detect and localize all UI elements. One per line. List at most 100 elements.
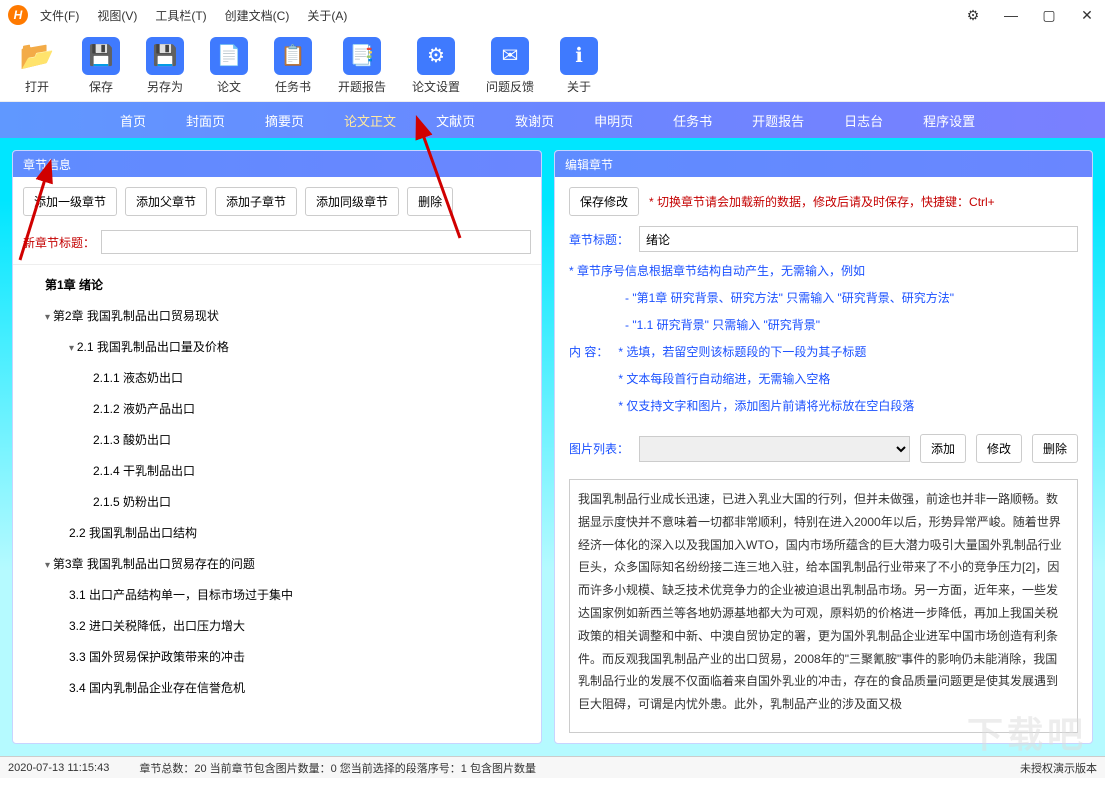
tree-node[interactable]: 第2章 我国乳制品出口贸易现状 — [23, 300, 531, 331]
folder-open-icon: 📂 — [18, 37, 56, 75]
toolbar-thesis-label: 论文 — [217, 78, 241, 95]
save-icon: 💾 — [82, 37, 120, 75]
tree-node[interactable]: 2.1.1 液态奶出口 — [23, 362, 531, 393]
maximize-button[interactable]: ▢ — [1039, 7, 1059, 24]
toolbar-save[interactable]: 💾 保存 — [82, 37, 120, 95]
tree-node[interactable]: 2.1.3 酸奶出口 — [23, 424, 531, 455]
tree-node[interactable]: 第3章 我国乳制品出口贸易存在的问题 — [23, 548, 531, 579]
menu-file[interactable]: 文件(F) — [40, 7, 79, 24]
image-add-button[interactable]: 添加 — [920, 434, 966, 463]
chapter-title-input[interactable] — [639, 226, 1078, 252]
toolbar-report[interactable]: 📑开题报告 — [338, 37, 386, 95]
status-datetime: 2020-07-13 11:15:43 — [8, 762, 109, 774]
toolbar-feedback[interactable]: ✉ 问题反馈 — [486, 37, 534, 95]
toolbar-task-label: 任务书 — [275, 78, 311, 95]
hint-example-2: - "1.1 研究背景" 只需输入 "研究背景" — [569, 316, 1078, 333]
info-icon: ℹ — [560, 37, 598, 75]
toolbar-open[interactable]: 📂 打开 — [18, 37, 56, 95]
nav-report[interactable]: 开题报告 — [752, 111, 804, 130]
toolbar-report-label: 开题报告 — [338, 78, 386, 95]
hint-example-1: - "第1章 研究背景、研究方法" 只需输入 "研究背景、研究方法" — [569, 289, 1078, 306]
feedback-icon: ✉ — [491, 37, 529, 75]
new-chapter-row: 新章节标题： — [13, 226, 541, 264]
chapter-title-label: 章节标题： — [569, 231, 629, 248]
edit-chapter-panel: 编辑章节 保存修改 * 切换章节请会加载新的数据，修改后请及时保存，快捷键：Ct… — [554, 150, 1093, 744]
status-summary: 章节总数：20 当前章节包含图片数量：0 您当前选择的段落序号：1 包含图片数量 — [139, 760, 536, 776]
tree-node[interactable]: 2.1 我国乳制品出口量及价格 — [23, 331, 531, 362]
add-parent-chapter-button[interactable]: 添加父章节 — [125, 187, 207, 216]
toolbar-thesis[interactable]: 📄 论文 — [210, 37, 248, 95]
new-chapter-input[interactable] — [101, 230, 531, 254]
image-list-select[interactable] — [639, 436, 910, 462]
chapter-info-title: 章节信息 — [13, 151, 541, 177]
add-child-chapter-button[interactable]: 添加子章节 — [215, 187, 297, 216]
document-icon: 📄 — [210, 37, 248, 75]
content-hint-1: * 选填，若留空则该标题段的下一段为其子标题 — [618, 343, 1078, 360]
chapter-button-row: 添加一级章节 添加父章节 添加子章节 添加同级章节 删除 — [13, 177, 541, 226]
tree-node[interactable]: 第1章 绪论 — [23, 269, 531, 300]
content-hint-3: * 仅支持文字和图片，添加图片前请将光标放在空白段落 — [618, 397, 1078, 414]
toolbar-save-label: 保存 — [89, 78, 113, 95]
main-toolbar: 📂打开 💾保存 💾另存为 📄论文 📋任务书 📑开题报告 ⚙论文设置 ✉问题反馈 … — [0, 30, 1105, 102]
tree-node[interactable]: 3.1 出口产品结构单一，目标市场过于集中 — [23, 579, 531, 610]
tree-node[interactable]: 2.1.2 液奶产品出口 — [23, 393, 531, 424]
chapter-body-text[interactable]: 我国乳制品行业成长迅速，已进入乳业大国的行列，但并未做强，前途也并非一路顺畅。数… — [569, 479, 1078, 733]
menu-create-doc[interactable]: 创建文档(C) — [225, 7, 290, 24]
edit-chapter-title: 编辑章节 — [555, 151, 1092, 177]
chapter-tree[interactable]: 第1章 绪论第2章 我国乳制品出口贸易现状2.1 我国乳制品出口量及价格2.1.… — [13, 264, 541, 743]
nav-log[interactable]: 日志台 — [844, 111, 883, 130]
toolbar-settings-label: 论文设置 — [412, 78, 460, 95]
tree-node[interactable]: 2.1.5 奶粉出口 — [23, 486, 531, 517]
content-label: 内 容： — [569, 343, 608, 360]
status-license: 未授权演示版本 — [1020, 760, 1097, 776]
toolbar-save-as[interactable]: 💾 另存为 — [146, 37, 184, 95]
title-bar: H 文件(F) 视图(V) 工具栏(T) 创建文档(C) 关于(A) ⚙ — ▢… — [0, 0, 1105, 30]
close-button[interactable]: ✕ — [1077, 7, 1097, 24]
save-hint: * 切换章节请会加载新的数据，修改后请及时保存，快捷键：Ctrl+ — [649, 193, 995, 210]
toolbar-about[interactable]: ℹ 关于 — [560, 37, 598, 95]
content-hint-2: * 文本每段首行自动缩进，无需输入空格 — [618, 370, 1078, 387]
gear-icon[interactable]: ⚙ — [963, 7, 983, 24]
nav-declaration[interactable]: 申明页 — [594, 111, 633, 130]
nav-body[interactable]: 论文正文 — [344, 111, 396, 130]
chapter-info-panel: 章节信息 添加一级章节 添加父章节 添加子章节 添加同级章节 删除 新章节标题：… — [12, 150, 542, 744]
menu-toolbar[interactable]: 工具栏(T) — [155, 7, 206, 24]
workspace: 章节信息 添加一级章节 添加父章节 添加子章节 添加同级章节 删除 新章节标题：… — [0, 138, 1105, 756]
tree-node[interactable]: 3.4 国内乳制品企业存在信誉危机 — [23, 672, 531, 703]
tree-node[interactable]: 3.3 国外贸易保护政策带来的冲击 — [23, 641, 531, 672]
menu-view[interactable]: 视图(V) — [97, 7, 137, 24]
toolbar-saveas-label: 另存为 — [147, 78, 183, 95]
nav-cover[interactable]: 封面页 — [186, 111, 225, 130]
add-level1-chapter-button[interactable]: 添加一级章节 — [23, 187, 117, 216]
toolbar-about-label: 关于 — [567, 78, 591, 95]
add-sibling-chapter-button[interactable]: 添加同级章节 — [305, 187, 399, 216]
toolbar-feedback-label: 问题反馈 — [486, 78, 534, 95]
nav-task[interactable]: 任务书 — [673, 111, 712, 130]
image-edit-button[interactable]: 修改 — [976, 434, 1022, 463]
image-delete-button[interactable]: 删除 — [1032, 434, 1078, 463]
image-list-label: 图片列表： — [569, 440, 629, 457]
tree-node[interactable]: 2.1.4 干乳制品出口 — [23, 455, 531, 486]
task-icon: 📋 — [274, 37, 312, 75]
minimize-button[interactable]: — — [1001, 7, 1021, 23]
tree-node[interactable]: 3.2 进口关税降低，出口压力增大 — [23, 610, 531, 641]
menu-about[interactable]: 关于(A) — [307, 7, 347, 24]
nav-abstract[interactable]: 摘要页 — [265, 111, 304, 130]
settings-icon: ⚙ — [417, 37, 455, 75]
tree-node[interactable]: 2.2 我国乳制品出口结构 — [23, 517, 531, 548]
nav-program-settings[interactable]: 程序设置 — [923, 111, 975, 130]
app-logo: H — [8, 5, 28, 25]
save-changes-button[interactable]: 保存修改 — [569, 187, 639, 216]
toolbar-task[interactable]: 📋 任务书 — [274, 37, 312, 95]
save-as-icon: 💾 — [146, 37, 184, 75]
hint-auto-number: * 章节序号信息根据章节结构自动产生，无需输入，例如 — [569, 262, 1078, 279]
toolbar-open-label: 打开 — [25, 78, 49, 95]
nav-thanks[interactable]: 致谢页 — [515, 111, 554, 130]
status-bar: 2020-07-13 11:15:43 章节总数：20 当前章节包含图片数量：0… — [0, 756, 1105, 778]
secondary-navbar: 首页 封面页 摘要页 论文正文 文献页 致谢页 申明页 任务书 开题报告 日志台… — [0, 102, 1105, 138]
delete-chapter-button[interactable]: 删除 — [407, 187, 453, 216]
new-chapter-label: 新章节标题： — [23, 234, 95, 251]
nav-home[interactable]: 首页 — [120, 111, 146, 130]
nav-references[interactable]: 文献页 — [436, 111, 475, 130]
toolbar-settings[interactable]: ⚙ 论文设置 — [412, 37, 460, 95]
